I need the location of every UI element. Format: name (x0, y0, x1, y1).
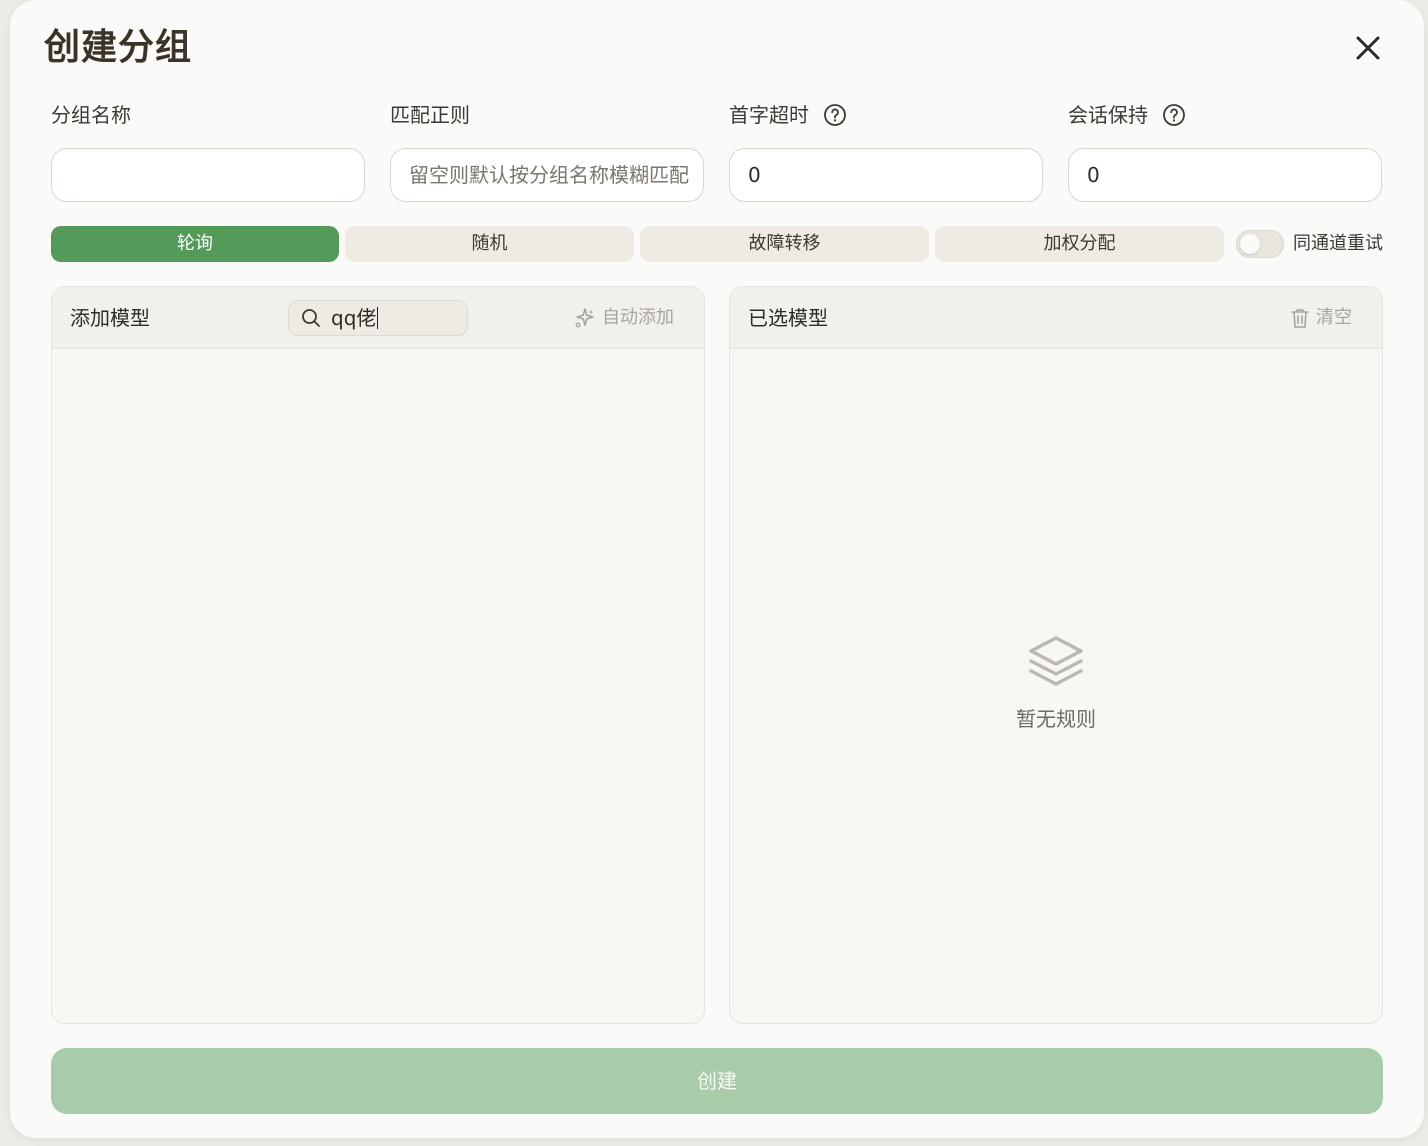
mode-weighted-button[interactable]: 加权分配 (935, 226, 1224, 262)
same-channel-retry-toggle[interactable] (1236, 230, 1284, 258)
close-button[interactable] (1350, 30, 1386, 66)
layers-icon (1029, 636, 1083, 686)
selected-model-panel-header: 已选模型 清空 (730, 287, 1382, 349)
group-name-input[interactable] (51, 148, 365, 202)
mode-random-button[interactable]: 随机 (345, 226, 634, 262)
add-model-panel-header: 添加模型 qq佬 自动添加 (52, 287, 704, 349)
mode-round-robin-button[interactable]: 轮询 (51, 226, 339, 262)
question-circle-icon[interactable] (1162, 103, 1186, 127)
group-name-label: 分组名称 (51, 103, 131, 127)
selected-model-title: 已选模型 (748, 306, 828, 330)
match-regex-label: 匹配正则 (390, 103, 470, 127)
search-value: qq佬 (331, 306, 379, 330)
mode-failover-button[interactable]: 故障转移 (640, 226, 929, 262)
first-token-timeout-input[interactable]: 0 (729, 148, 1043, 202)
same-channel-retry-label: 同通道重试 (1293, 233, 1383, 254)
create-button[interactable]: 创建 (51, 1048, 1383, 1114)
close-icon (1356, 36, 1380, 60)
add-model-panel: 添加模型 qq佬 自动添加 (51, 286, 705, 1024)
selected-model-panel: 已选模型 清空 暂无规则 (729, 286, 1383, 1024)
first-token-timeout-label: 首字超时 (729, 100, 847, 130)
clear-button[interactable]: 清空 (1290, 303, 1352, 333)
trash-icon (1291, 309, 1309, 328)
toggle-knob (1240, 234, 1260, 254)
dialog-title: 创建分组 (44, 27, 193, 68)
create-group-dialog: 创建分组 分组名称 匹配正则 首字超时 会话保持 留空则默认按分组名称模糊匹配 … (10, 0, 1424, 1138)
text-caret (377, 307, 379, 329)
add-model-title: 添加模型 (70, 306, 150, 330)
session-keep-label: 会话保持 (1068, 100, 1186, 130)
empty-state: 暂无规则 (730, 632, 1382, 734)
match-regex-input[interactable]: 留空则默认按分组名称模糊匹配 (390, 148, 704, 202)
model-search-input[interactable]: qq佬 (288, 300, 468, 336)
empty-text: 暂无规则 (1016, 707, 1096, 731)
auto-add-button[interactable]: 自动添加 (574, 303, 674, 333)
question-circle-icon[interactable] (823, 103, 847, 127)
search-icon (301, 308, 321, 328)
sparkles-icon (575, 308, 594, 328)
session-keep-input[interactable]: 0 (1068, 148, 1382, 202)
